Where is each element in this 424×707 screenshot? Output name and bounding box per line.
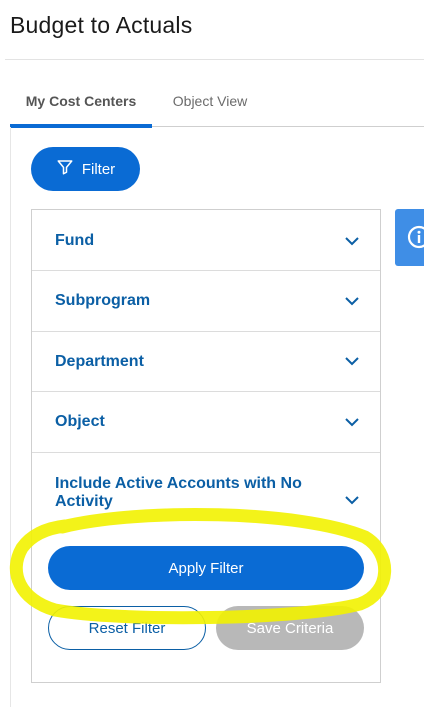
- accordion-fund[interactable]: Fund: [32, 210, 380, 271]
- view-tabs: My Cost Centers Object View: [10, 60, 424, 128]
- chevron-down-icon: [344, 414, 360, 430]
- accordion-object[interactable]: Object: [32, 392, 380, 453]
- filter-icon: [56, 158, 74, 180]
- filter-button[interactable]: Filter: [31, 147, 140, 191]
- accordion-label: Object: [55, 413, 105, 430]
- chevron-down-icon: [344, 233, 360, 249]
- chevron-down-icon: [344, 353, 360, 369]
- tab-my-cost-centers[interactable]: My Cost Centers: [10, 60, 152, 128]
- accordion-include-active-accounts[interactable]: Include Active Accounts with No Activity: [32, 453, 380, 528]
- accordion-department[interactable]: Department: [32, 332, 380, 392]
- page-title: Budget to Actuals: [10, 12, 193, 38]
- accordion-subprogram[interactable]: Subprogram: [32, 271, 380, 332]
- save-criteria-button[interactable]: Save Criteria: [216, 606, 364, 650]
- chevron-down-icon: [344, 293, 360, 309]
- chevron-down-icon: [344, 492, 360, 508]
- budget-to-actuals-page: Budget to Actuals My Cost Centers Object…: [0, 0, 424, 707]
- tab-object-view[interactable]: Object View: [162, 60, 258, 126]
- accordion-label: Department: [55, 353, 144, 370]
- filter-button-label: Filter: [81, 160, 116, 178]
- info-icon: [407, 225, 424, 249]
- accordion-label: Subprogram: [55, 292, 151, 309]
- accordion-label: Include Active Accounts with No Activity: [55, 475, 302, 510]
- reset-filter-button[interactable]: Reset Filter: [48, 606, 206, 650]
- accordion-label: Fund: [55, 232, 95, 249]
- info-tab[interactable]: [395, 209, 424, 266]
- apply-filter-button[interactable]: Apply Filter: [48, 546, 364, 590]
- content-left-border: [10, 127, 11, 707]
